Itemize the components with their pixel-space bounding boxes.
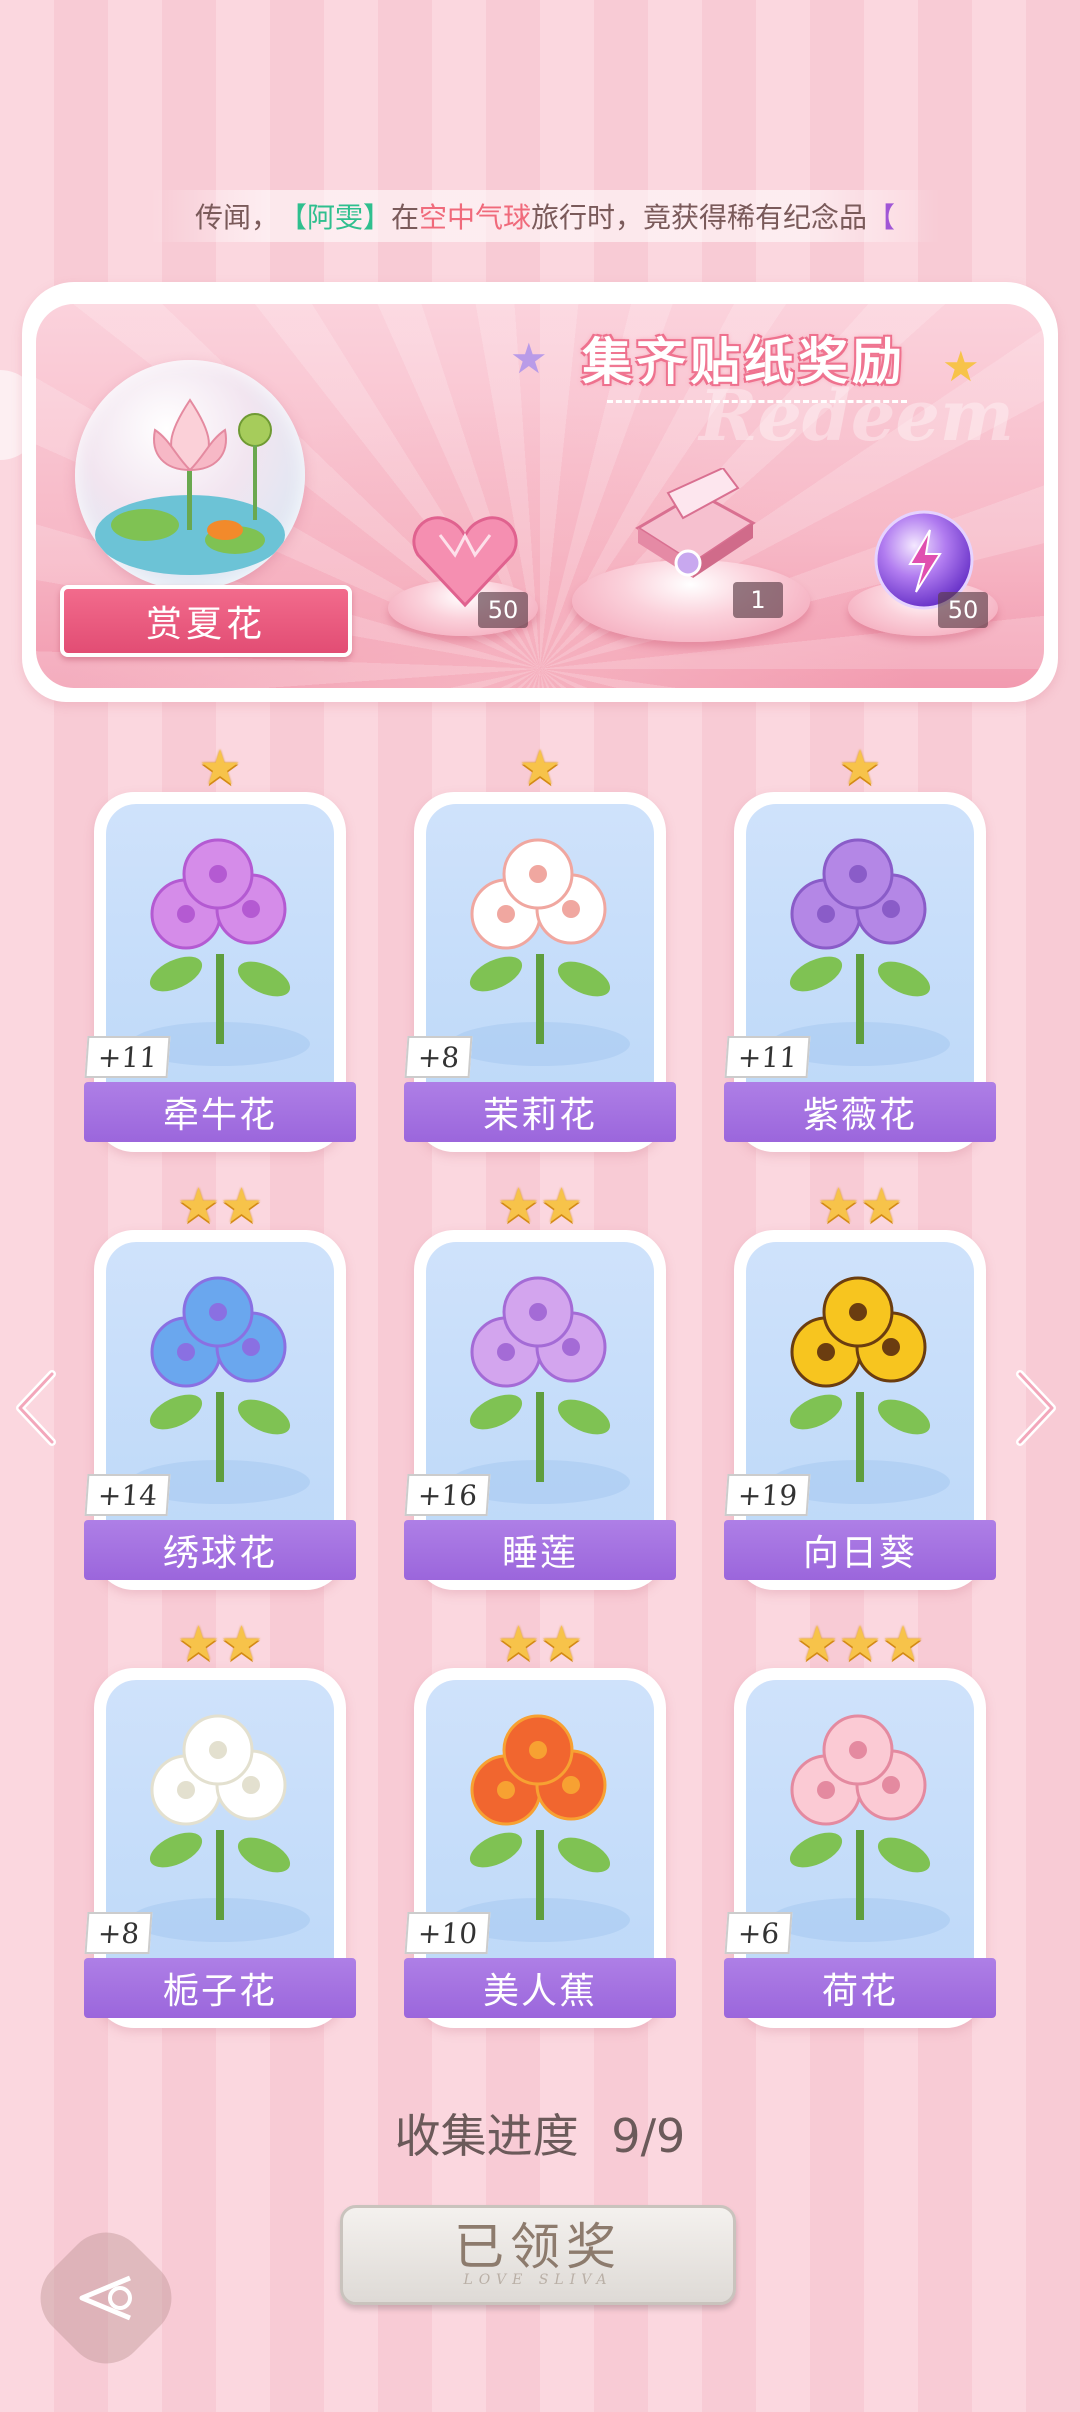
card-name: 向日葵 — [724, 1520, 996, 1580]
sticker-card-3[interactable]: ★ +11 紫薇花 — [724, 744, 996, 1152]
star-icon: ★ — [220, 1616, 264, 1672]
star-icon: ★ — [176, 1616, 220, 1672]
claimed-button-label: 已领奖 — [454, 2218, 622, 2276]
news-ticker: 传闻， 【阿雯】 在 空中气球 旅行时，竟获得稀有纪念品 【 — [150, 190, 940, 242]
star-icon: ★ — [540, 1616, 584, 1672]
ticker-place: 空中气球 — [419, 201, 532, 234]
bonus-badge: +6 — [724, 1912, 793, 1954]
bonus-badge: +16 — [404, 1474, 491, 1516]
card-name: 栀子花 — [84, 1958, 356, 2018]
bonus-badge: +8 — [404, 1036, 473, 1078]
rarity-stars: ★ ★ — [414, 1620, 666, 1668]
back-button[interactable] — [23, 2215, 189, 2381]
rarity-stars: ★ ★ — [94, 1620, 346, 1668]
star-icon: ★ — [881, 1616, 925, 1672]
progress-value: 9/9 — [611, 2109, 686, 2163]
star-icon: ★ — [795, 1616, 839, 1672]
star-icon: ★ — [816, 1178, 860, 1234]
progress-label: 收集进度 — [394, 2109, 579, 2163]
star-icon: ★ — [518, 740, 562, 796]
star-icon: ★ — [198, 740, 242, 796]
bonus-badge: +11 — [84, 1036, 171, 1078]
card-name: 牵牛花 — [84, 1082, 356, 1142]
card-name: 睡莲 — [404, 1520, 676, 1580]
ticker-player-name: 【阿雯】 — [278, 201, 391, 234]
gold-star-icon: ★ — [942, 342, 980, 391]
card-name: 绣球花 — [84, 1520, 356, 1580]
collection-progress: 收集进度 9/9 — [0, 2100, 1080, 2166]
main-reward-label: 赏夏花 — [60, 585, 352, 657]
star-icon: ★ — [176, 1178, 220, 1234]
star-icon: ★ — [496, 1616, 540, 1672]
ticker-mid2: 旅行时，竟获得稀有纪念品 — [531, 201, 868, 234]
reward-count: 50 — [938, 592, 988, 628]
rarity-stars: ★ ★ ★ — [734, 1620, 986, 1668]
claimed-button-subtext: LOVE SLIVA — [463, 2272, 613, 2288]
bonus-badge: +10 — [404, 1912, 491, 1954]
star-icon: ★ — [496, 1178, 540, 1234]
card-name: 美人蕉 — [404, 1958, 676, 2018]
star-icon: ★ — [838, 740, 882, 796]
sticker-card-4[interactable]: ★ ★ +14 绣球花 — [84, 1182, 356, 1590]
purple-star-icon: ★ — [510, 334, 548, 383]
card-name: 茉莉花 — [404, 1082, 676, 1142]
star-icon: ★ — [860, 1178, 904, 1234]
star-icon: ★ — [540, 1178, 584, 1234]
sticker-card-7[interactable]: ★ ★ +8 栀子花 — [84, 1620, 356, 2028]
ticker-prefix: 传闻， — [194, 201, 279, 234]
lotus-globe-icon[interactable] — [75, 360, 305, 590]
bonus-badge: +8 — [84, 1912, 153, 1954]
ticker-tail: 【 — [867, 201, 896, 234]
bonus-badge: +11 — [724, 1036, 811, 1078]
banner-title: 集齐贴纸奖励 — [582, 333, 906, 391]
rarity-stars: ★ — [734, 744, 986, 792]
banner-title-underline — [607, 400, 907, 403]
rarity-stars: ★ — [414, 744, 666, 792]
claimed-button[interactable]: 已领奖 LOVE SLIVA — [340, 2205, 736, 2305]
back-arrow-icon — [79, 2275, 133, 2321]
reward-count: 1 — [733, 582, 783, 618]
bonus-badge: +14 — [84, 1474, 171, 1516]
sticker-card-2[interactable]: ★ +8 茉莉花 — [404, 744, 676, 1152]
rarity-stars: ★ ★ — [414, 1182, 666, 1230]
sticker-card-9[interactable]: ★ ★ ★ +6 荷花 — [724, 1620, 996, 2028]
card-name: 荷花 — [724, 1958, 996, 2018]
card-name: 紫薇花 — [724, 1082, 996, 1142]
next-page-arrow-icon[interactable] — [1014, 1370, 1058, 1450]
bonus-badge: +19 — [724, 1474, 811, 1516]
sticker-card-1[interactable]: ★ +11 牵牛花 — [84, 744, 356, 1152]
star-icon: ★ — [838, 1616, 882, 1672]
sticker-card-5[interactable]: ★ ★ +16 睡莲 — [404, 1182, 676, 1590]
star-icon: ★ — [220, 1178, 264, 1234]
ticker-mid1: 在 — [390, 201, 419, 234]
sticker-card-6[interactable]: ★ ★ +19 向日葵 — [724, 1182, 996, 1590]
sticker-card-8[interactable]: ★ ★ +10 美人蕉 — [404, 1620, 676, 2028]
rarity-stars: ★ ★ — [94, 1182, 346, 1230]
rarity-stars: ★ — [94, 744, 346, 792]
reward-count: 50 — [478, 592, 528, 628]
rarity-stars: ★ ★ — [734, 1182, 986, 1230]
prev-page-arrow-icon[interactable] — [14, 1370, 58, 1450]
gift-box-icon[interactable] — [628, 466, 758, 592]
